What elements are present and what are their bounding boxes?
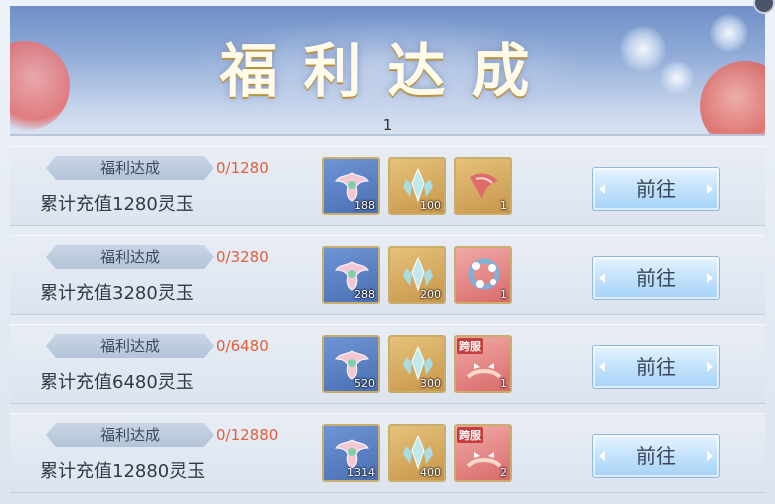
crystal-icon: [403, 256, 433, 292]
reward-item[interactable]: 300: [388, 335, 446, 393]
reward-tag: 福利达成: [46, 245, 214, 269]
item-count: 1: [500, 377, 507, 390]
item-count: 1: [500, 288, 507, 301]
item-count: 200: [420, 288, 441, 301]
reward-item[interactable]: 400: [388, 424, 446, 482]
banner: 福利达成 1: [10, 6, 765, 136]
item-count: 288: [354, 288, 375, 301]
page-number: 1: [382, 116, 393, 134]
reward-item[interactable]: 1314: [322, 424, 380, 482]
reward-tag: 福利达成: [46, 423, 214, 447]
reward-item[interactable]: 520: [322, 335, 380, 393]
progress-text: 0/3280: [216, 248, 269, 266]
list-item: 福利达成 0/1280 累计充值1280灵玉 188 100 1 前往: [10, 146, 765, 226]
reward-item[interactable]: 跨服 2: [454, 424, 512, 482]
reward-item[interactable]: 188: [322, 157, 380, 215]
reward-description: 累计充值1280灵玉: [40, 194, 194, 215]
item-count: 400: [420, 466, 441, 479]
bird-headdress-icon: [466, 363, 502, 379]
bird-headdress-icon: [466, 452, 502, 468]
reward-tag: 福利达成: [46, 334, 214, 358]
progress-text: 0/12880: [216, 426, 279, 444]
flower-wreath-icon: [468, 258, 500, 290]
crystal-icon: [403, 434, 433, 470]
reward-list: 福利达成 0/1280 累计充值1280灵玉 188 100 1 前往 福利达成…: [10, 146, 765, 502]
reward-panel: 福利达成 1 福利达成 0/1280 累计充值1280灵玉 188 100 1 …: [0, 0, 775, 504]
item-count: 1314: [347, 466, 375, 479]
winged-charm-icon: [335, 261, 369, 291]
progress-text: 0/1280: [216, 159, 269, 177]
reward-item[interactable]: 288: [322, 246, 380, 304]
item-count: 100: [420, 199, 441, 212]
item-count: 300: [420, 377, 441, 390]
list-item: 福利达成 0/6480 累计充值6480灵玉 520 300 跨服 1 前往: [10, 324, 765, 404]
list-item: 福利达成 0/3280 累计充值3280灵玉 288 200 1 前往: [10, 235, 765, 315]
reward-item[interactable]: 1: [454, 246, 512, 304]
item-count: 2: [500, 466, 507, 479]
reward-item[interactable]: 100: [388, 157, 446, 215]
item-count: 1: [500, 199, 507, 212]
reward-item[interactable]: 1: [454, 157, 512, 215]
winged-charm-icon: [335, 172, 369, 202]
winged-charm-icon: [335, 350, 369, 380]
reward-item[interactable]: 跨服 1: [454, 335, 512, 393]
progress-text: 0/6480: [216, 337, 269, 355]
go-button[interactable]: 前往: [592, 256, 720, 300]
item-count: 188: [354, 199, 375, 212]
fan-ribbon-icon: [470, 173, 498, 199]
go-button[interactable]: 前往: [592, 345, 720, 389]
reward-description: 累计充值12880灵玉: [40, 461, 206, 482]
go-button[interactable]: 前往: [592, 167, 720, 211]
winged-charm-icon: [335, 439, 369, 469]
go-button[interactable]: 前往: [592, 434, 720, 478]
list-item: 福利达成 0/12880 累计充值12880灵玉 1314 400 跨服 2 前…: [10, 413, 765, 493]
banner-title: 福利达成: [219, 37, 556, 105]
crystal-icon: [403, 345, 433, 381]
reward-description: 累计充值6480灵玉: [40, 372, 194, 393]
item-count: 520: [354, 377, 375, 390]
reward-description: 累计充值3280灵玉: [40, 283, 194, 304]
reward-tag: 福利达成: [46, 156, 214, 180]
crystal-icon: [403, 167, 433, 203]
reward-item[interactable]: 200: [388, 246, 446, 304]
